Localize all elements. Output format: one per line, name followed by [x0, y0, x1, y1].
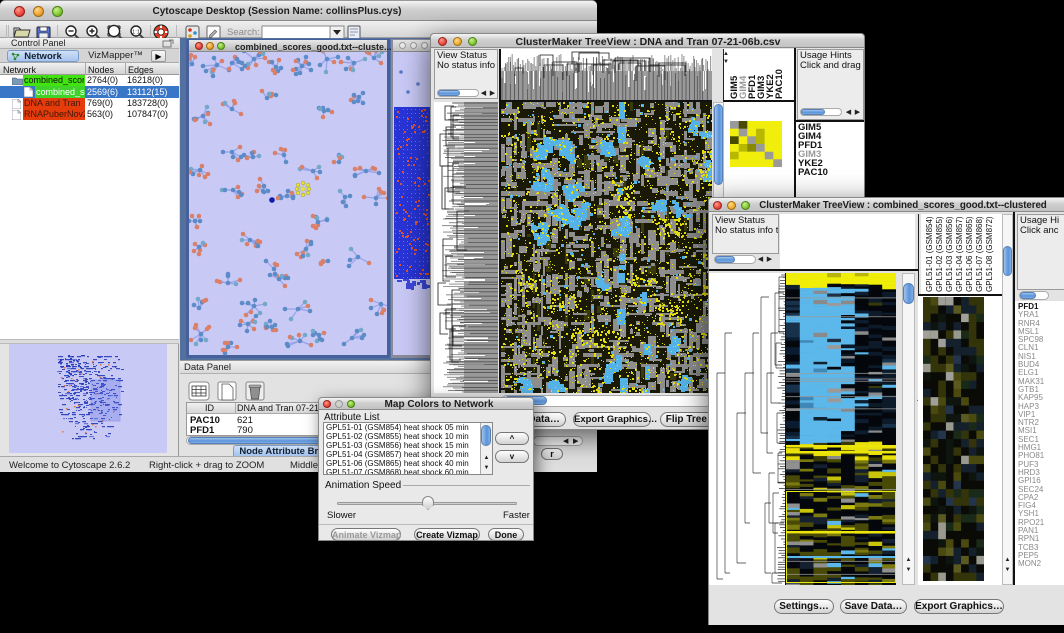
- svg-text:PAC10: PAC10: [774, 69, 785, 99]
- svg-text:GPL51-01 (GSM854): GPL51-01 (GSM854): [925, 216, 934, 292]
- svg-text:Search:: Search:: [227, 27, 260, 38]
- svg-text:GPL51-06 (GSM865): GPL51-06 (GSM865): [965, 216, 974, 292]
- svg-text:GPL51-07 (GSM868): GPL51-07 (GSM868): [975, 216, 984, 292]
- svg-text:GPL51-03 (GSM856): GPL51-03 (GSM856): [945, 216, 954, 292]
- svg-text:1:1: 1:1: [132, 30, 140, 36]
- svg-text:GPL51-04 (GSM857): GPL51-04 (GSM857): [955, 216, 964, 292]
- svg-text:GPL51-08 (GSM872): GPL51-08 (GSM872): [985, 216, 994, 292]
- svg-text:GPL51-02 (GSM855): GPL51-02 (GSM855): [935, 216, 944, 292]
